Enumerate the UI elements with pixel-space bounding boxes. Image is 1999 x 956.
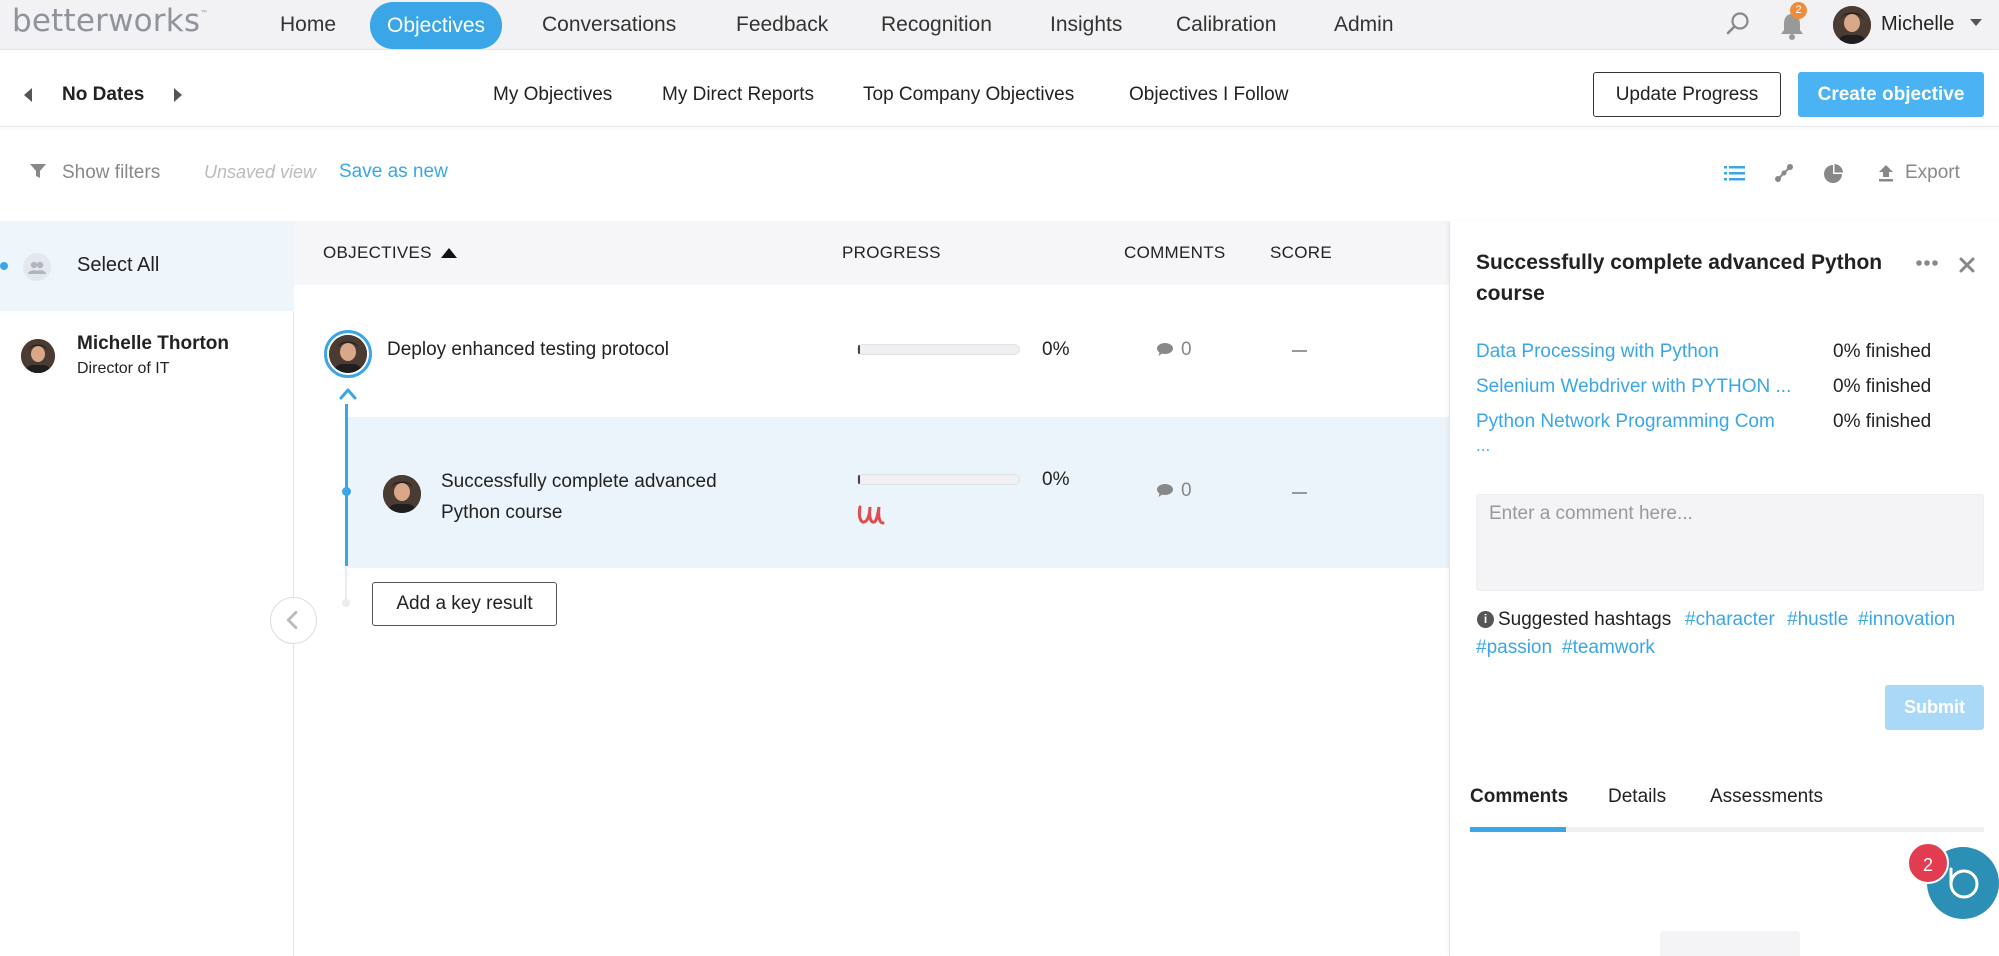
progress-fill xyxy=(858,475,860,484)
column-header-score: SCORE xyxy=(1270,243,1332,262)
hashtag-innovation[interactable]: #innovation xyxy=(1858,609,1955,631)
objective-score-empty xyxy=(1292,350,1307,352)
close-icon[interactable] xyxy=(1958,256,1976,274)
hashtag-hustle[interactable]: #hustle xyxy=(1787,609,1848,631)
export-button[interactable]: Export xyxy=(1905,162,1960,184)
tab-assessments[interactable]: Assessments xyxy=(1710,786,1823,808)
nav-item-admin[interactable]: Admin xyxy=(1318,10,1410,50)
notification-badge: 2 xyxy=(1790,2,1807,19)
key-result-score-empty xyxy=(1292,492,1307,494)
detail-title: Successfully complete advanced Python co… xyxy=(1476,251,1883,305)
comment-icon[interactable] xyxy=(1157,343,1173,356)
loading-placeholder xyxy=(1660,931,1800,956)
avatar-portrait xyxy=(329,335,367,373)
show-filters-toggle[interactable]: Show filters xyxy=(62,162,160,184)
nav-item-calibration[interactable]: Calibration xyxy=(1160,10,1292,50)
export-icon[interactable] xyxy=(1875,162,1897,184)
sort-ascending-icon[interactable] xyxy=(441,248,457,258)
key-result-owner-avatar[interactable] xyxy=(383,475,421,513)
hashtag-passion[interactable]: #passion xyxy=(1476,637,1552,659)
tab-my-objectives[interactable]: My Objectives xyxy=(493,84,612,106)
tree-view-icon[interactable] xyxy=(1773,162,1795,184)
unsaved-view-label: Unsaved view xyxy=(204,162,317,182)
active-tab-underline xyxy=(1470,827,1566,832)
user-job-title: Director of IT xyxy=(77,360,170,377)
avatar-portrait xyxy=(383,475,421,513)
chevron-down-icon[interactable] xyxy=(1970,19,1982,26)
add-key-result-button[interactable]: Add a key result xyxy=(372,582,557,626)
column-header-comments: COMMENTS xyxy=(1124,243,1226,262)
search-icon[interactable] xyxy=(1724,10,1752,38)
objective-progress-bar[interactable] xyxy=(857,344,1020,355)
course-link-network-programming[interactable]: Python Network Programming Com xyxy=(1476,411,1775,433)
nav-item-insights[interactable]: Insights xyxy=(1034,10,1138,50)
date-range-label[interactable]: No Dates xyxy=(62,84,144,106)
selected-indicator-dot xyxy=(0,262,8,270)
key-result-comment-count[interactable]: 0 xyxy=(1181,480,1192,502)
app-logo[interactable]: betterworks™ xyxy=(12,3,208,39)
hashtag-teamwork[interactable]: #teamwork xyxy=(1562,637,1655,659)
chat-unread-badge: 2 xyxy=(1907,842,1949,884)
tab-comments[interactable]: Comments xyxy=(1470,786,1568,808)
user-avatar[interactable] xyxy=(1833,6,1871,44)
course-status: 0% finished xyxy=(1833,341,1932,362)
chevron-left-icon xyxy=(286,610,298,630)
filter-icon[interactable] xyxy=(30,163,46,179)
objective-owner-avatar[interactable] xyxy=(329,335,367,373)
course-link-selenium[interactable]: Selenium Webdriver with PYTHON ... xyxy=(1476,376,1791,398)
username-label[interactable]: Michelle xyxy=(1881,13,1954,36)
avatar-portrait xyxy=(1833,6,1871,44)
udemy-logo-icon xyxy=(857,505,885,525)
nav-item-conversations[interactable]: Conversations xyxy=(526,10,692,50)
tab-details[interactable]: Details xyxy=(1608,786,1666,808)
date-prev-arrow-icon[interactable] xyxy=(24,88,32,102)
suggested-hashtags-label: Suggested hashtags xyxy=(1498,609,1672,630)
tab-top-company-objectives[interactable]: Top Company Objectives xyxy=(863,84,1074,106)
comment-icon[interactable] xyxy=(1157,484,1173,497)
objective-comment-count[interactable]: 0 xyxy=(1181,339,1192,361)
course-link-network-programming-cont[interactable]: ... xyxy=(1476,436,1490,456)
key-result-connector-dot xyxy=(342,487,351,496)
more-options-icon[interactable] xyxy=(1915,259,1939,267)
list-view-icon[interactable] xyxy=(1724,162,1746,184)
course-status: 0% finished xyxy=(1833,411,1932,432)
key-result-progress-percent: 0% xyxy=(1042,469,1070,490)
select-all-label[interactable]: Select All xyxy=(77,254,159,277)
course-link-data-processing[interactable]: Data Processing with Python xyxy=(1476,341,1719,363)
column-header-progress: PROGRESS xyxy=(842,243,941,262)
user-avatar[interactable] xyxy=(21,339,55,373)
nav-item-home[interactable]: Home xyxy=(264,10,352,50)
connector-tail-dot xyxy=(342,599,350,607)
trademark-mark: ™ xyxy=(200,9,209,18)
date-next-arrow-icon[interactable] xyxy=(174,88,182,102)
create-objective-button[interactable]: Create objective xyxy=(1798,72,1984,117)
nav-item-objectives[interactable]: Objectives xyxy=(370,2,503,49)
people-panel xyxy=(0,221,294,956)
comment-input[interactable] xyxy=(1476,494,1984,591)
tab-objectives-i-follow[interactable]: Objectives I Follow xyxy=(1129,84,1288,106)
key-result-title[interactable]: Successfully complete advanced Python co… xyxy=(441,466,771,528)
objective-progress-percent: 0% xyxy=(1042,339,1070,360)
hashtag-character[interactable]: #character xyxy=(1685,609,1775,631)
avatar-portrait xyxy=(21,339,55,373)
course-status: 0% finished xyxy=(1833,376,1932,397)
pie-chart-icon[interactable] xyxy=(1822,162,1844,184)
group-icon xyxy=(23,253,51,281)
app-logo-text: betterworks xyxy=(12,3,201,39)
collapse-key-results-icon[interactable] xyxy=(338,385,358,401)
column-header-objectives[interactable]: OBJECTIVES xyxy=(323,243,432,263)
key-result-progress-bar[interactable] xyxy=(857,474,1020,485)
save-as-new-link[interactable]: Save as new xyxy=(339,161,448,183)
submit-comment-button[interactable]: Submit xyxy=(1885,685,1984,730)
user-name[interactable]: Michelle Thorton xyxy=(77,333,229,355)
update-progress-button[interactable]: Update Progress xyxy=(1593,72,1781,117)
collapse-panel-button[interactable] xyxy=(270,597,317,644)
progress-fill xyxy=(858,345,860,354)
objective-title[interactable]: Deploy enhanced testing protocol xyxy=(387,339,669,361)
key-result-connector-line xyxy=(345,404,348,566)
tab-my-direct-reports[interactable]: My Direct Reports xyxy=(662,84,814,106)
info-icon: i xyxy=(1477,611,1494,628)
nav-item-feedback[interactable]: Feedback xyxy=(720,10,844,50)
nav-item-recognition[interactable]: Recognition xyxy=(865,10,1008,50)
